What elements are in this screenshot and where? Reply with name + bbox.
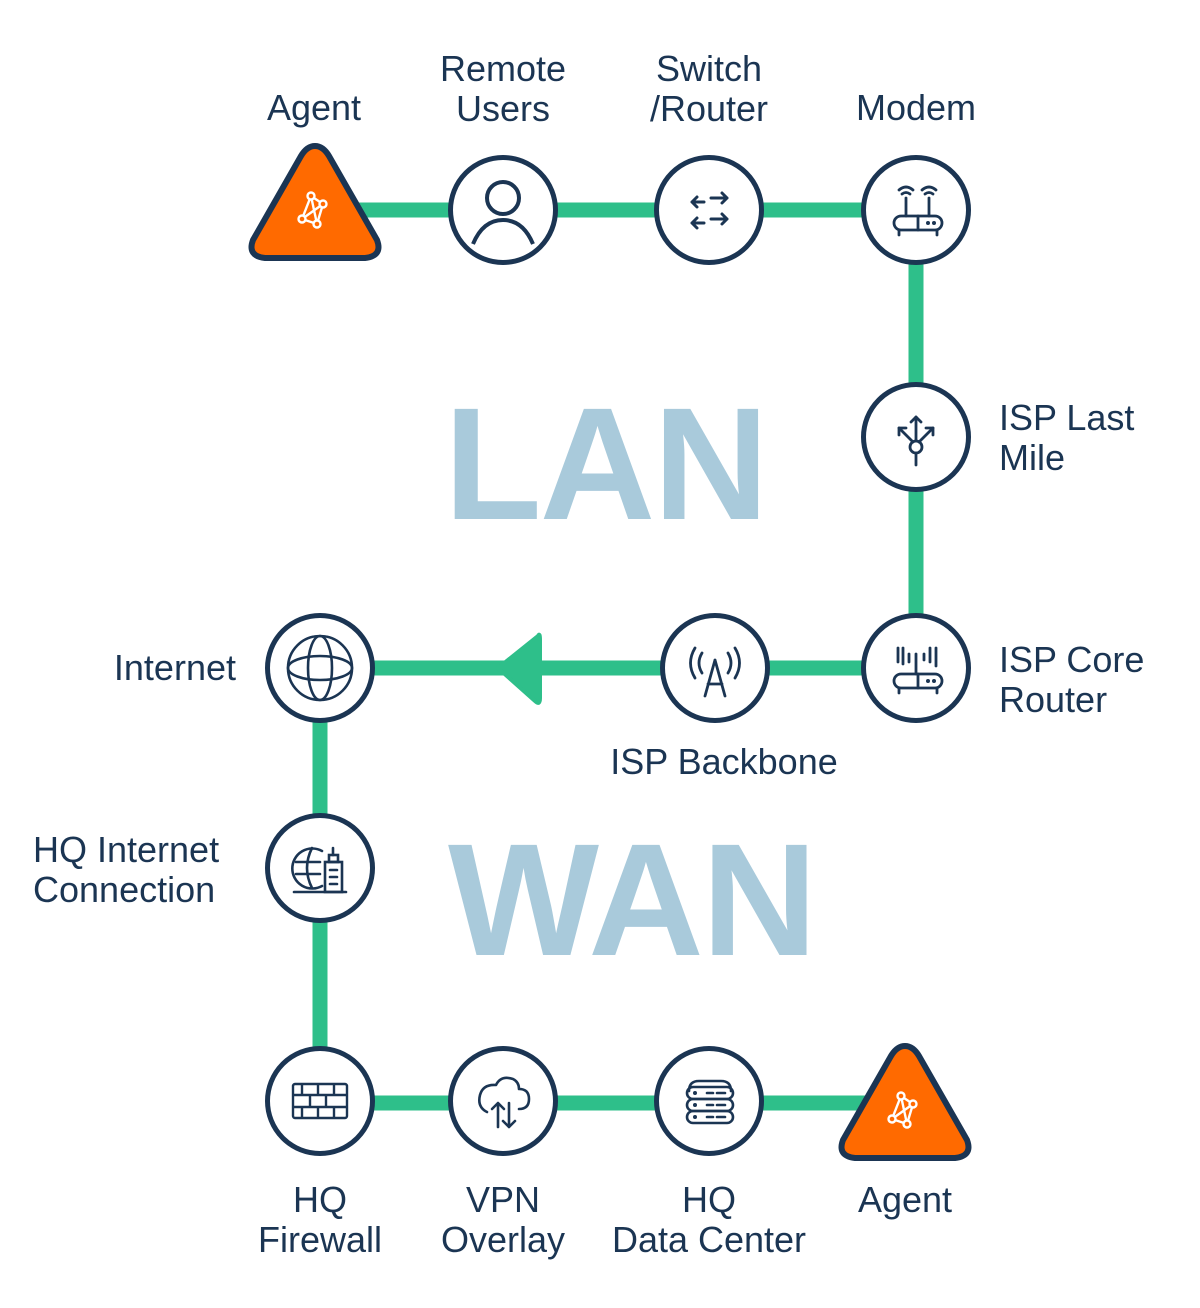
brick-wall-icon [291, 1082, 349, 1120]
signal-router-icon [892, 646, 944, 695]
hq-internet-connection-label: HQ Internet Connection [33, 829, 220, 910]
isp-last-mile-label: ISP Last Mile [999, 397, 1135, 478]
hq-data-center-node[interactable] [654, 1046, 764, 1156]
vpn-overlay-label: VPN Overlay [440, 1179, 566, 1260]
hq-firewall-node[interactable] [265, 1046, 375, 1156]
modem-node[interactable] [861, 155, 971, 265]
switch-router-node[interactable] [654, 155, 764, 265]
isp-core-router-label: ISP Core Router [999, 639, 1145, 720]
agent-end-node[interactable] [835, 1040, 975, 1164]
hq-internet-connection-node[interactable] [265, 813, 375, 923]
modem-label: Modem [855, 87, 977, 128]
agent-start-label: Agent [266, 87, 362, 128]
agent-end-label: Agent [857, 1179, 953, 1220]
globe-icon [286, 634, 354, 702]
switch-router-label: Switch /Router [649, 48, 769, 129]
internet-node[interactable] [265, 613, 375, 723]
agent-start-node[interactable] [245, 140, 385, 264]
flow-arrow-icon [496, 632, 542, 705]
lan-section-label: LAN [444, 374, 769, 553]
hq-data-center-label: HQ Data Center [611, 1179, 807, 1260]
isp-core-router-node[interactable] [861, 613, 971, 723]
isp-backbone-label: ISP Backbone [610, 741, 838, 782]
internet-label: Internet [113, 647, 236, 688]
remote-users-label: Remote Users [439, 48, 567, 129]
antenna-tower-icon [689, 646, 741, 698]
hq-firewall-label: HQ Firewall [257, 1179, 383, 1260]
wifi-router-icon [892, 185, 944, 237]
cloud-transfer-icon [478, 1076, 531, 1129]
user-icon [471, 180, 535, 245]
globe-building-icon [291, 846, 348, 894]
branching-arrows-icon [897, 415, 935, 467]
bidirectional-arrows-icon [690, 191, 729, 230]
isp-last-mile-node[interactable] [861, 382, 971, 492]
remote-users-node[interactable] [448, 155, 558, 265]
server-stack-icon [685, 1079, 735, 1125]
vpn-overlay-node[interactable] [448, 1046, 558, 1156]
isp-backbone-node[interactable] [660, 613, 770, 723]
wan-section-label: WAN [448, 810, 817, 989]
